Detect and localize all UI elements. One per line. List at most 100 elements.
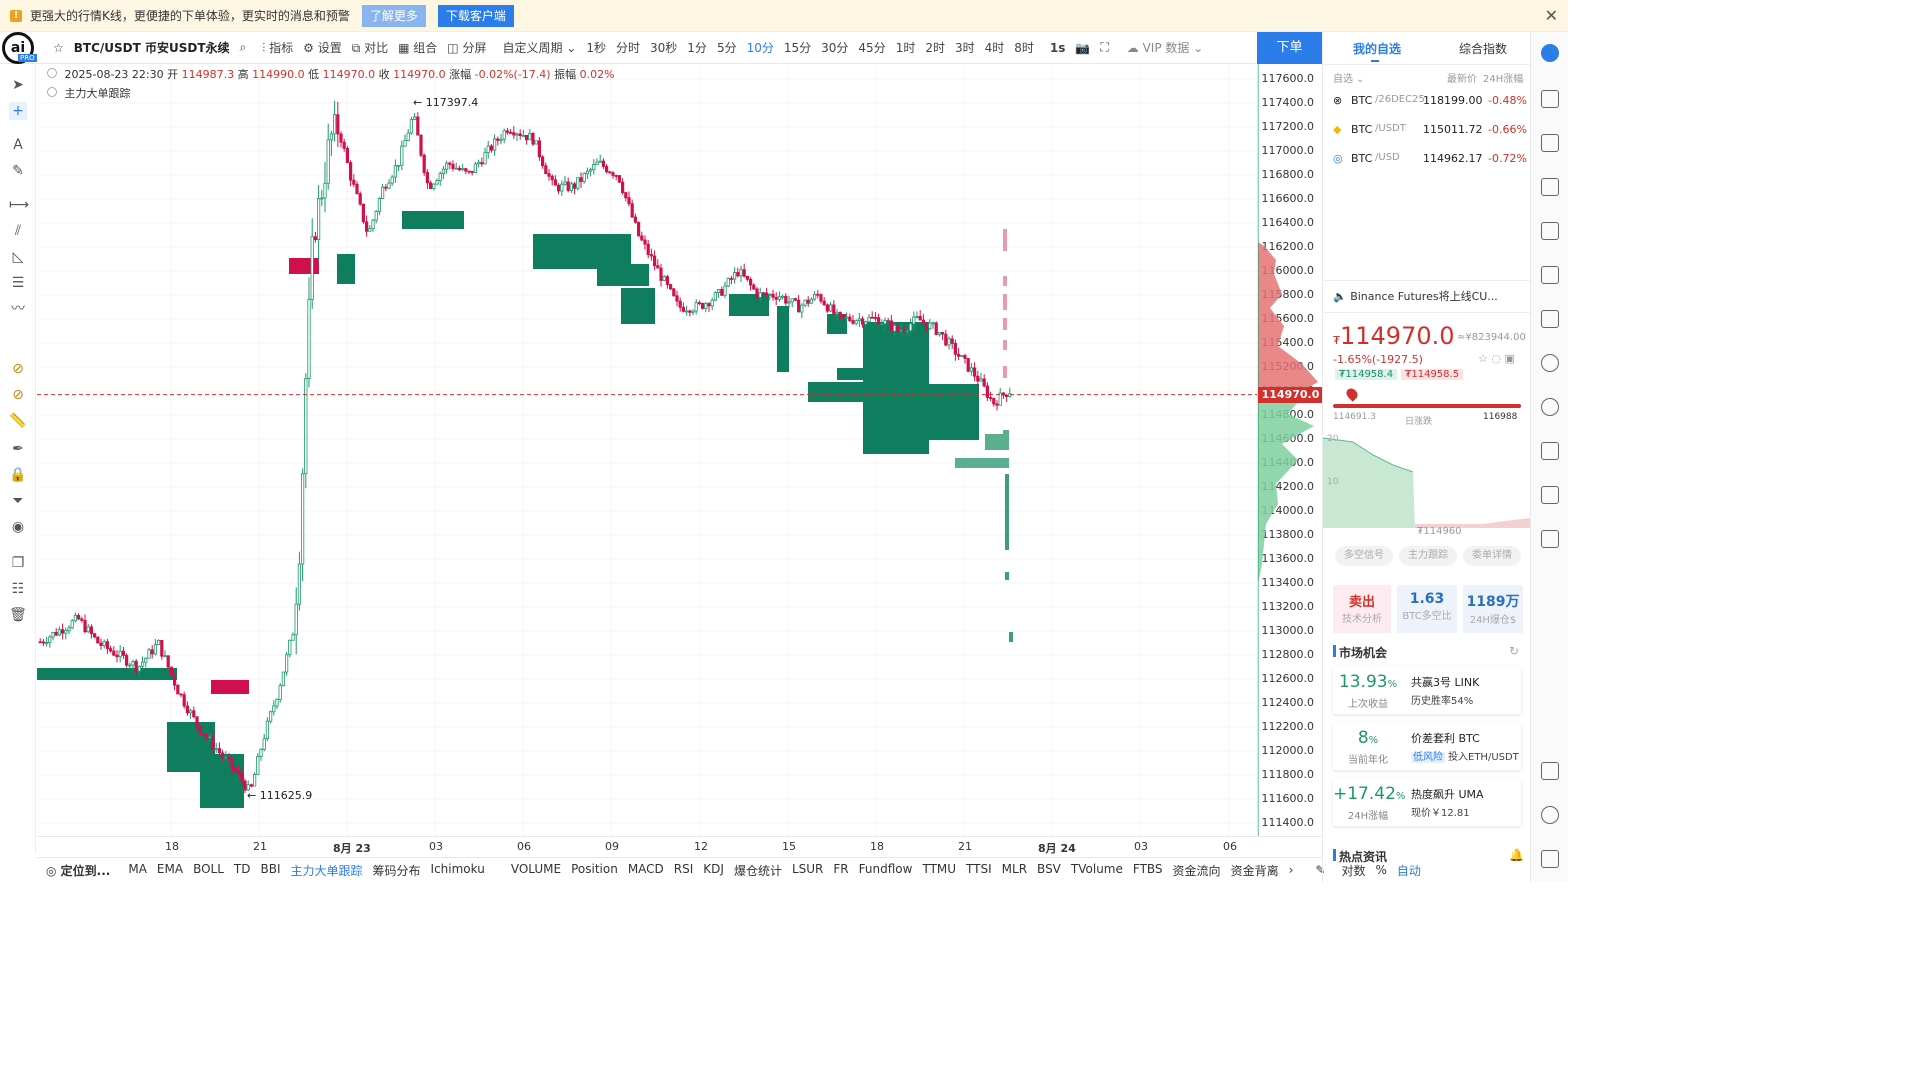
candle[interactable] (512, 132, 516, 136)
candle[interactable] (877, 317, 881, 325)
candle[interactable] (851, 320, 855, 324)
candle[interactable] (646, 243, 650, 255)
candle[interactable] (176, 684, 180, 695)
candle[interactable] (867, 316, 871, 323)
candle[interactable] (733, 272, 737, 280)
candle[interactable] (726, 278, 730, 287)
candle[interactable] (524, 135, 529, 141)
candle[interactable] (54, 632, 58, 636)
candle[interactable] (304, 378, 308, 475)
candle[interactable] (918, 316, 922, 321)
candle[interactable] (665, 276, 670, 285)
watchlist-row[interactable]: ⊗ BTC/26DEC25 118199.00 -0.48% (1323, 90, 1531, 118)
large-order-block[interactable] (533, 234, 631, 269)
candle[interactable] (336, 114, 340, 135)
candle[interactable] (425, 172, 430, 184)
candle[interactable] (48, 636, 52, 643)
compare-button[interactable]: ⧉ 对比 (347, 39, 393, 56)
copy-icon[interactable]: ❐ (9, 554, 27, 572)
candle[interactable] (592, 164, 596, 171)
place-order-button[interactable]: 下单 (1257, 32, 1322, 64)
candle[interactable] (976, 375, 980, 382)
text-tool-icon[interactable]: A (9, 136, 27, 154)
tab-index[interactable]: 综合指数 (1459, 40, 1507, 57)
candle[interactable] (166, 655, 170, 668)
custom-period-dropdown[interactable]: 自定义周期 ⌄ (497, 39, 581, 56)
candle[interactable] (473, 163, 478, 173)
period-button[interactable]: 2时 (920, 39, 950, 56)
candle[interactable] (137, 665, 141, 672)
candle[interactable] (284, 654, 289, 673)
candle[interactable] (800, 304, 804, 313)
feature-tag[interactable]: 多空信号 (1335, 546, 1393, 566)
candle[interactable] (534, 140, 538, 145)
candle[interactable] (185, 705, 189, 714)
indicator-item[interactable]: KDJ (698, 862, 729, 879)
candle[interactable] (518, 133, 522, 136)
tab-watchlist[interactable]: 我的自选 (1353, 40, 1401, 57)
indicator-item[interactable]: Ichimoku (426, 862, 490, 879)
wallet-icon[interactable] (1541, 486, 1559, 504)
candle[interactable] (217, 748, 221, 754)
candle[interactable] (521, 135, 526, 137)
indicator-item[interactable]: TTSI (961, 862, 997, 879)
candle[interactable] (589, 169, 593, 172)
candle[interactable] (816, 293, 820, 296)
indicator-item[interactable]: MLR (997, 862, 1032, 879)
candle[interactable] (153, 644, 157, 655)
candle[interactable] (633, 216, 638, 223)
candle[interactable] (300, 473, 305, 565)
candle[interactable] (925, 322, 929, 330)
candle[interactable] (576, 177, 580, 189)
candle[interactable] (889, 320, 894, 332)
candle[interactable] (480, 162, 484, 165)
opportunity-card[interactable]: 8% 当前年化 价差套利 BTC 低风险 投入ETH/USDT (1333, 722, 1521, 770)
candle[interactable] (310, 236, 314, 300)
candle[interactable] (806, 299, 810, 304)
large-order-block[interactable] (1003, 430, 1009, 444)
candle[interactable] (995, 403, 999, 406)
period-button[interactable]: 15分 (779, 39, 816, 56)
candle[interactable] (854, 320, 858, 324)
candle[interactable] (51, 632, 55, 638)
candle[interactable] (899, 329, 903, 332)
candle[interactable] (950, 338, 954, 344)
candle[interactable] (947, 338, 951, 346)
candle[interactable] (937, 331, 942, 335)
candle[interactable] (38, 641, 42, 644)
large-order-block[interactable] (289, 258, 319, 274)
candle[interactable] (649, 254, 654, 257)
candle[interactable] (838, 311, 842, 315)
candle[interactable] (115, 654, 119, 658)
indicator-item[interactable]: MA (123, 862, 152, 879)
candle[interactable] (797, 299, 801, 313)
candle[interactable] (985, 385, 990, 398)
indicator-item[interactable]: TVolume (1066, 862, 1128, 879)
candle[interactable] (992, 397, 996, 405)
candle[interactable] (579, 177, 583, 182)
interval-1s-button[interactable]: 1s (1045, 41, 1071, 55)
candle[interactable] (179, 693, 183, 696)
candle[interactable] (611, 172, 615, 176)
candle[interactable] (697, 302, 702, 305)
rocket-icon[interactable] (1541, 44, 1559, 62)
large-order-block[interactable] (777, 306, 789, 372)
candle[interactable] (627, 197, 631, 205)
candle[interactable] (454, 167, 458, 170)
bar-chart-icon[interactable] (1541, 266, 1559, 284)
feature-tag[interactable]: 委单详情 (1463, 546, 1521, 566)
candle[interactable] (291, 634, 295, 641)
candle[interactable] (169, 666, 173, 676)
candle[interactable] (777, 296, 782, 300)
refresh-icon[interactable]: ↻ (1509, 644, 1519, 658)
candle[interactable] (211, 736, 215, 750)
candle[interactable] (832, 304, 836, 315)
indicator-item[interactable]: 资金流向 (1168, 862, 1226, 879)
candle[interactable] (73, 615, 78, 622)
candle[interactable] (352, 179, 356, 185)
candle[interactable] (60, 629, 65, 634)
candle[interactable] (150, 649, 154, 655)
large-order-block[interactable] (863, 322, 929, 454)
candle[interactable] (432, 183, 436, 189)
candle[interactable] (297, 563, 302, 605)
